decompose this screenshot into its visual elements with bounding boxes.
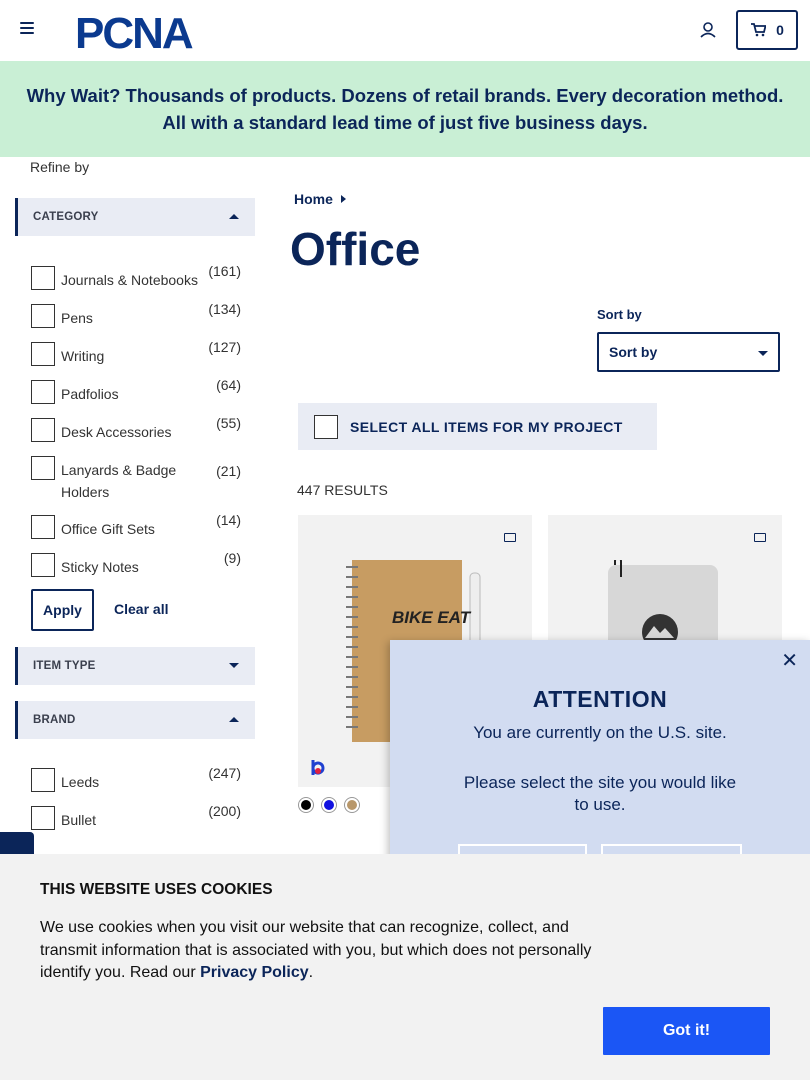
checkbox[interactable] — [31, 380, 55, 404]
side-feedback-tab[interactable] — [0, 832, 34, 856]
select-all-label: SELECT ALL ITEMS FOR MY PROJECT — [350, 418, 623, 435]
site-header: PCNA 0 — [0, 0, 810, 61]
got-it-button[interactable]: Got it! — [603, 1007, 770, 1055]
category-option-count: (134) — [208, 301, 241, 317]
checkbox[interactable] — [31, 806, 55, 830]
sort-select[interactable]: Sort by — [597, 332, 780, 372]
category-option-label: Sticky Notes — [61, 559, 139, 575]
add-to-project-icon[interactable] — [754, 533, 766, 542]
category-option-label: Desk Accessories — [61, 424, 172, 440]
account-icon[interactable] — [698, 20, 718, 40]
cart-icon — [751, 23, 767, 37]
category-option[interactable]: Desk Accessories (55) — [31, 415, 241, 443]
checkbox[interactable] — [31, 304, 55, 328]
category-option-count: (64) — [216, 377, 241, 393]
category-option-count: (55) — [216, 415, 241, 431]
svg-text:BIKE EAT: BIKE EAT — [392, 608, 472, 627]
checkbox[interactable] — [31, 418, 55, 442]
page-title: Office — [290, 223, 421, 275]
color-swatch[interactable] — [299, 798, 313, 812]
category-option[interactable]: Pens (134) — [31, 301, 241, 329]
category-option[interactable]: Padfolios (64) — [31, 377, 241, 405]
checkbox[interactable] — [31, 515, 55, 539]
sort-select-value: Sort by — [609, 344, 658, 360]
brand-facet-title: BRAND — [33, 714, 76, 726]
category-option-count: (21) — [216, 463, 241, 479]
brand-option[interactable]: Bullet (200) — [31, 803, 241, 831]
breadcrumb-home-link[interactable]: Home — [294, 191, 333, 207]
clear-all-link[interactable]: Clear all — [114, 601, 168, 617]
brand-badge-icon — [311, 760, 325, 775]
checkbox[interactable] — [31, 553, 55, 577]
category-option-label: Lanyards & Badge Holders — [61, 462, 177, 500]
close-icon[interactable]: ✕ — [781, 648, 798, 673]
category-option-count: (14) — [216, 512, 241, 528]
category-option-label: Pens — [61, 310, 93, 326]
checkbox[interactable] — [31, 342, 55, 366]
category-facet-header[interactable]: CATEGORY — [15, 198, 255, 236]
brand-option-label: Bullet — [61, 812, 97, 828]
cookie-banner: THIS WEBSITE USES COOKIES We use cookies… — [0, 854, 810, 1080]
checkbox[interactable] — [31, 768, 55, 792]
category-option[interactable]: Sticky Notes (9) — [31, 550, 241, 578]
privacy-policy-link[interactable]: Privacy Policy — [200, 964, 309, 981]
category-option-label: Writing — [61, 348, 105, 364]
modal-title: ATTENTION — [532, 686, 668, 712]
brand-option-count: (200) — [208, 803, 241, 819]
cart-count: 0 — [776, 22, 784, 38]
modal-message: You are currently on the U.S. site. — [473, 723, 727, 742]
brand-option-label: Leeds — [61, 774, 100, 790]
breadcrumb-arrow-icon — [340, 195, 346, 203]
select-all-items-button[interactable]: SELECT ALL ITEMS FOR MY PROJECT — [298, 403, 657, 450]
apply-button[interactable]: Apply — [31, 589, 94, 631]
caret-down-icon — [229, 663, 239, 668]
category-option-label: Padfolios — [61, 386, 119, 402]
category-option-label: Journals & Notebooks — [61, 272, 198, 288]
category-option-label: Office Gift Sets — [61, 521, 155, 537]
results-count: 447 RESULTS — [297, 482, 388, 498]
modal-prompt: Please select the site you would like to… — [463, 773, 737, 814]
checkbox[interactable] — [314, 414, 338, 439]
cookie-text: We use cookies when you visit our websit… — [40, 917, 610, 985]
item-type-facet-header[interactable]: ITEM TYPE — [15, 647, 255, 685]
pcna-logo[interactable]: PCNA — [75, 9, 225, 58]
cookie-period: . — [308, 964, 314, 981]
sort-by-label: Sort by — [597, 307, 642, 322]
category-option-count: (161) — [208, 263, 241, 279]
category-facet-title: CATEGORY — [33, 211, 99, 223]
refine-by-label: Refine by — [30, 159, 90, 175]
svg-text:PCNA: PCNA — [75, 10, 193, 52]
promo-banner: Why Wait? Thousands of products. Dozens … — [0, 61, 810, 157]
category-option[interactable]: Journals & Notebooks (161) — [31, 263, 241, 291]
category-option[interactable]: Writing (127) — [31, 339, 241, 367]
brand-option[interactable]: Leeds (247) — [31, 765, 241, 793]
item-type-facet-title: ITEM TYPE — [33, 660, 96, 672]
brand-option-count: (247) — [208, 765, 241, 781]
color-swatch[interactable] — [345, 798, 359, 812]
caret-up-icon — [229, 717, 239, 722]
brand-facet-header[interactable]: BRAND — [15, 701, 255, 739]
category-option[interactable]: Office Gift Sets (14) — [31, 512, 241, 540]
cookie-body: We use cookies when you visit our websit… — [40, 919, 592, 981]
category-option-count: (9) — [223, 550, 241, 566]
cookie-title: THIS WEBSITE USES COOKIES — [40, 881, 273, 898]
checkbox[interactable] — [31, 266, 55, 290]
caret-up-icon — [229, 214, 239, 219]
category-option[interactable]: Lanyards & Badge Holders (21) — [31, 456, 241, 503]
site-selection-modal: ✕ ATTENTION You are currently on the U.S… — [390, 640, 810, 884]
cart-button[interactable]: 0 — [736, 10, 798, 50]
add-to-project-icon[interactable] — [504, 533, 516, 542]
caret-down-icon — [758, 351, 768, 356]
hamburger-menu-icon[interactable] — [20, 22, 36, 36]
checkbox[interactable] — [31, 456, 55, 480]
category-option-count: (127) — [208, 339, 241, 355]
breadcrumb: Home — [294, 191, 346, 207]
promo-banner-text: Why Wait? Thousands of products. Dozens … — [26, 85, 784, 133]
color-swatch[interactable] — [322, 798, 336, 812]
